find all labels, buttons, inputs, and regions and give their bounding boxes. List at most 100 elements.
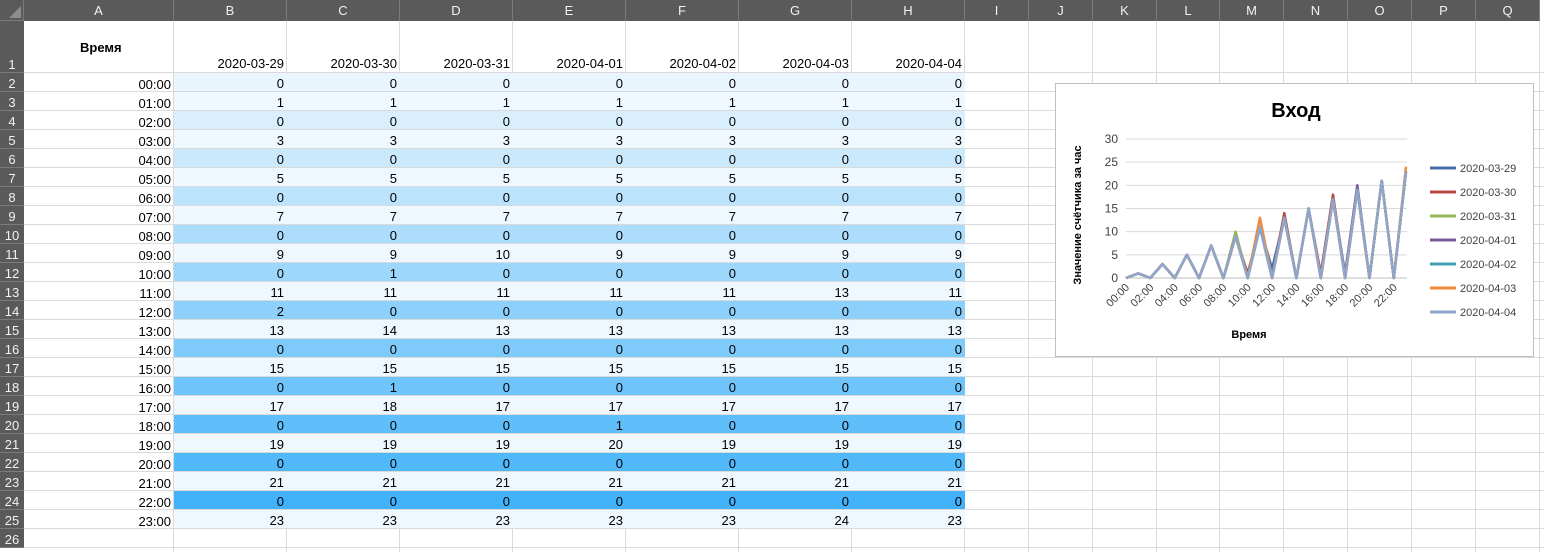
value-cell[interactable]: 23 <box>852 510 965 528</box>
value-cell[interactable]: 0 <box>513 111 626 129</box>
value-cell[interactable]: 0 <box>626 149 739 167</box>
value-cell[interactable]: 11 <box>513 282 626 300</box>
value-cell[interactable]: 0 <box>287 225 400 243</box>
column-header-i[interactable]: I <box>965 0 1029 21</box>
value-cell[interactable]: 3 <box>739 130 852 148</box>
date-header-cell[interactable]: 2020-04-01 <box>513 21 626 73</box>
row-header-12[interactable]: 12 <box>0 263 24 282</box>
value-cell[interactable]: 13 <box>739 320 852 338</box>
value-cell[interactable]: 0 <box>400 491 513 509</box>
select-all-button[interactable] <box>0 0 24 21</box>
column-header-f[interactable]: F <box>626 0 739 21</box>
value-cell[interactable]: 0 <box>626 111 739 129</box>
time-cell[interactable]: 02:00 <box>24 111 174 130</box>
value-cell[interactable]: 11 <box>400 282 513 300</box>
row-header-5[interactable]: 5 <box>0 130 24 149</box>
value-cell[interactable]: 17 <box>400 396 513 414</box>
column-header-b[interactable]: B <box>174 0 287 21</box>
value-cell[interactable]: 0 <box>287 301 400 319</box>
value-cell[interactable]: 13 <box>739 282 852 300</box>
date-header-cell[interactable]: 2020-04-03 <box>739 21 852 73</box>
value-cell[interactable]: 1 <box>626 92 739 110</box>
column-header-n[interactable]: N <box>1284 0 1348 21</box>
row-header-14[interactable]: 14 <box>0 301 24 320</box>
row-header-3[interactable]: 3 <box>0 92 24 111</box>
value-cell[interactable]: 19 <box>287 434 400 452</box>
value-cell[interactable]: 1 <box>287 92 400 110</box>
value-cell[interactable]: 23 <box>287 510 400 528</box>
value-cell[interactable]: 0 <box>739 301 852 319</box>
row-header-23[interactable]: 23 <box>0 472 24 491</box>
value-cell[interactable]: 7 <box>852 206 965 224</box>
value-cell[interactable]: 1 <box>513 92 626 110</box>
value-cell[interactable]: 13 <box>400 320 513 338</box>
value-cell[interactable]: 1 <box>287 377 400 395</box>
column-header-g[interactable]: G <box>739 0 852 21</box>
time-cell[interactable]: 03:00 <box>24 130 174 149</box>
value-cell[interactable]: 15 <box>287 358 400 376</box>
value-cell[interactable]: 0 <box>287 415 400 433</box>
time-cell[interactable]: 10:00 <box>24 263 174 282</box>
time-cell[interactable]: 11:00 <box>24 282 174 301</box>
value-cell[interactable]: 0 <box>287 73 400 91</box>
value-cell[interactable]: 0 <box>174 377 287 395</box>
time-cell[interactable]: 22:00 <box>24 491 174 510</box>
row-header-20[interactable]: 20 <box>0 415 24 434</box>
row-header-6[interactable]: 6 <box>0 149 24 168</box>
value-cell[interactable]: 13 <box>513 320 626 338</box>
value-cell[interactable]: 9 <box>174 244 287 262</box>
value-cell[interactable]: 0 <box>287 453 400 471</box>
value-cell[interactable]: 0 <box>852 225 965 243</box>
value-cell[interactable]: 15 <box>400 358 513 376</box>
value-cell[interactable]: 0 <box>513 187 626 205</box>
value-cell[interactable]: 0 <box>626 491 739 509</box>
row-header-17[interactable]: 17 <box>0 358 24 377</box>
value-cell[interactable]: 0 <box>739 453 852 471</box>
value-cell[interactable]: 1 <box>400 92 513 110</box>
time-cell[interactable]: 05:00 <box>24 168 174 187</box>
value-cell[interactable]: 13 <box>174 320 287 338</box>
value-cell[interactable]: 13 <box>852 320 965 338</box>
date-header-cell[interactable]: 2020-04-04 <box>852 21 965 73</box>
value-cell[interactable]: 20 <box>513 434 626 452</box>
value-cell[interactable]: 5 <box>626 168 739 186</box>
row-header-10[interactable]: 10 <box>0 225 24 244</box>
value-cell[interactable]: 7 <box>626 206 739 224</box>
value-cell[interactable]: 9 <box>287 244 400 262</box>
column-header-o[interactable]: O <box>1348 0 1412 21</box>
value-cell[interactable]: 1 <box>739 92 852 110</box>
value-cell[interactable]: 0 <box>626 263 739 281</box>
row-header-1[interactable]: 1 <box>0 21 24 73</box>
value-cell[interactable]: 0 <box>739 263 852 281</box>
value-cell[interactable]: 14 <box>287 320 400 338</box>
time-cell[interactable]: 17:00 <box>24 396 174 415</box>
value-cell[interactable]: 21 <box>739 472 852 490</box>
value-cell[interactable]: 1 <box>852 92 965 110</box>
value-cell[interactable]: 0 <box>739 111 852 129</box>
value-cell[interactable]: 0 <box>400 339 513 357</box>
value-cell[interactable]: 0 <box>852 263 965 281</box>
value-cell[interactable]: 0 <box>174 111 287 129</box>
value-cell[interactable]: 5 <box>400 168 513 186</box>
value-cell[interactable]: 0 <box>400 187 513 205</box>
column-header-q[interactable]: Q <box>1476 0 1540 21</box>
value-cell[interactable]: 15 <box>626 358 739 376</box>
value-cell[interactable]: 19 <box>852 434 965 452</box>
value-cell[interactable]: 0 <box>852 111 965 129</box>
value-cell[interactable]: 11 <box>174 282 287 300</box>
time-cell[interactable]: 19:00 <box>24 434 174 453</box>
value-cell[interactable]: 0 <box>174 149 287 167</box>
value-cell[interactable]: 0 <box>513 301 626 319</box>
row-header-16[interactable]: 16 <box>0 339 24 358</box>
value-cell[interactable]: 0 <box>626 339 739 357</box>
column-header-k[interactable]: K <box>1093 0 1157 21</box>
value-cell[interactable]: 0 <box>174 73 287 91</box>
value-cell[interactable]: 1 <box>287 263 400 281</box>
row-header-2[interactable]: 2 <box>0 73 24 92</box>
value-cell[interactable]: 11 <box>287 282 400 300</box>
row-header-7[interactable]: 7 <box>0 168 24 187</box>
value-cell[interactable]: 0 <box>626 73 739 91</box>
value-cell[interactable]: 0 <box>400 111 513 129</box>
value-cell[interactable]: 5 <box>174 168 287 186</box>
value-cell[interactable]: 0 <box>287 187 400 205</box>
